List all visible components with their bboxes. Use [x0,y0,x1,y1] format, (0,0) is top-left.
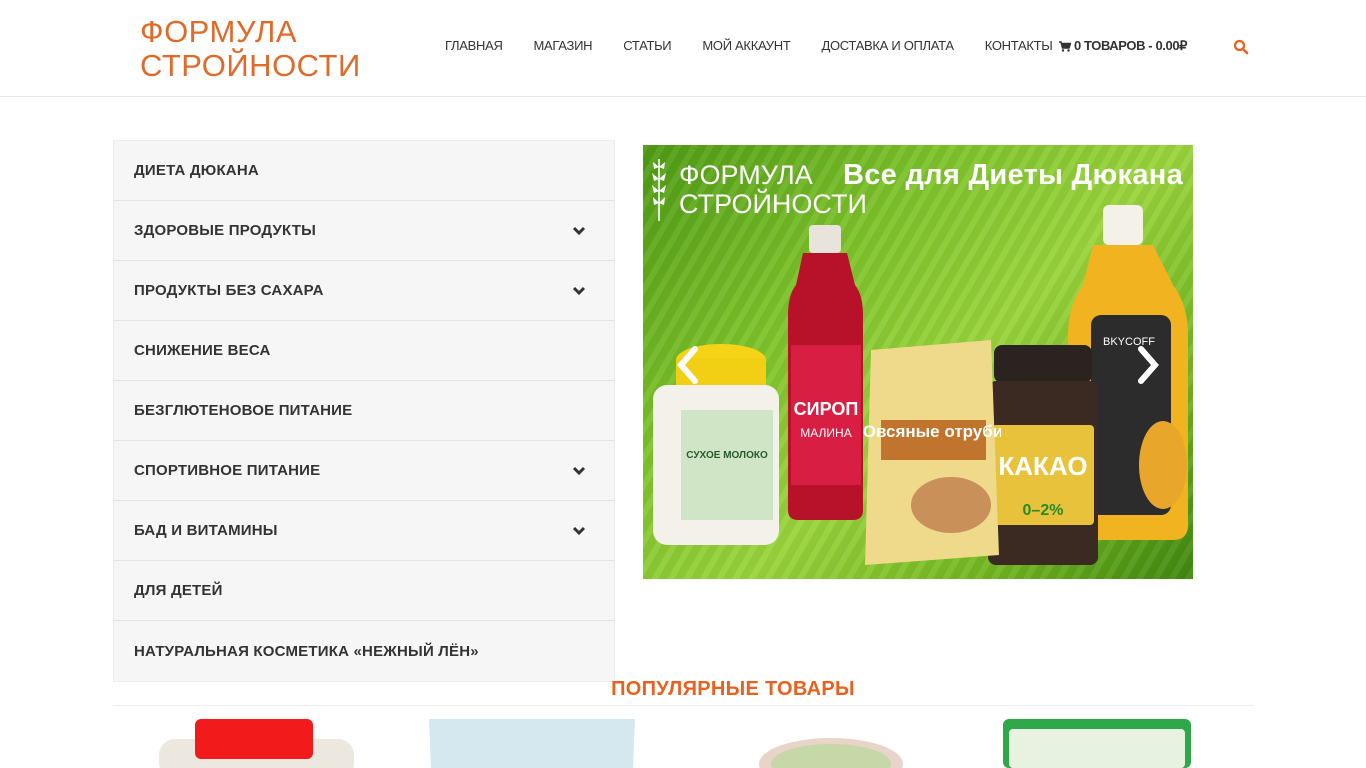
divider [113,705,1254,706]
nav-articles[interactable]: СТАТЬИ [623,38,671,53]
product-image [759,738,903,768]
slide-logo-line-2: СТРОЙНОСТИ [679,189,867,219]
category-sports-nutrition[interactable]: СПОРТИВНОЕ ПИТАНИЕ [114,441,614,501]
site-logo[interactable]: ФОРМУЛА СТРОЙНОСТИ [126,10,360,88]
cart-link[interactable]: 0 ТОВАРОВ - 0.00₽ [1059,38,1187,54]
logo-line-2: СТРОЙНОСТИ [140,48,361,83]
category-supplements-vitamins[interactable]: БАД И ВИТАМИНЫ [114,501,614,561]
category-label: СПОРТИВНОЕ ПИТАНИЕ [134,462,321,479]
main-nav: ГЛАВНАЯ МАГАЗИН СТАТЬИ МОЙ АККАУНТ ДОСТА… [445,38,1083,53]
chevron-down-icon[interactable] [572,524,586,538]
cart-icon [1059,40,1071,52]
nav-home[interactable]: ГЛАВНАЯ [445,38,503,53]
nav-delivery-payment[interactable]: ДОСТАВКА И ОПЛАТА [821,38,954,53]
product-image [1003,719,1191,768]
category-weight-loss[interactable]: СНИЖЕНИЕ ВЕСА [114,321,614,381]
dry-milk-label: СУХОЕ МОЛОКО [686,450,768,461]
category-label: БЕЗГЛЮТЕНОВОЕ ПИТАНИЕ [134,402,353,419]
category-label: ДИЕТА ДЮКАНА [134,162,259,179]
slide-logo-line-1: ФОРМУЛА [679,160,813,190]
slide-logo: ФОРМУЛА СТРОЙНОСТИ [651,157,867,223]
dry-milk-jar: СУХОЕ МОЛОКО [653,344,779,545]
oat-bran-label: Овсяные отруби [863,422,1001,441]
category-label: НАТУРАЛЬНАЯ КОСМЕТИКА «НЕЖНЫЙ ЛЁН» [134,642,479,660]
site-header: ФОРМУЛА СТРОЙНОСТИ ГЛАВНАЯ МАГАЗИН СТАТЬ… [0,0,1366,97]
chevron-down-icon[interactable] [572,284,586,298]
nav-shop[interactable]: МАГАЗИН [534,38,593,53]
cart-summary: 0 ТОВАРОВ - 0.00₽ [1074,38,1188,53]
cocoa-jar: КАКАО 0–2% [988,345,1098,565]
syrup-flavor-label: МАЛИНА [800,426,851,440]
raspberry-syrup-bottle: СИРОП МАЛИНА [788,225,863,520]
product-image [159,719,354,768]
search-icon[interactable] [1233,39,1249,55]
product-thumbnail[interactable] [155,719,355,768]
chevron-down-icon[interactable] [572,464,586,478]
popular-products-heading: ПОПУЛЯРНЫЕ ТОВАРЫ [611,678,855,700]
product-thumbnail[interactable] [735,719,935,768]
category-sugar-free[interactable]: ПРОДУКТЫ БЕЗ САХАРА [114,261,614,321]
nav-my-account[interactable]: МОЙ АККАУНТ [702,38,790,53]
chevron-right-icon[interactable] [1133,345,1163,385]
category-label: СНИЖЕНИЕ ВЕСА [134,342,271,359]
wheat-logo-icon [652,159,666,221]
cocoa-fat-label: 0–2% [1023,502,1064,519]
category-label: ЗДОРОВЫЕ ПРОДУКТЫ [134,222,316,239]
logo-line-1: ФОРМУЛА [140,14,298,49]
chevron-left-icon[interactable] [673,345,703,385]
slide-title: Все для Диеты Дюкана [843,159,1184,191]
nav-contacts[interactable]: КОНТАКТЫ [985,38,1053,53]
category-menu: ДИЕТА ДЮКАНА ЗДОРОВЫЕ ПРОДУКТЫ ПРОДУКТЫ … [113,140,615,682]
category-label: ДЛЯ ДЕТЕЙ [134,582,223,599]
category-natural-cosmetics[interactable]: НАТУРАЛЬНАЯ КОСМЕТИКА «НЕЖНЫЙ ЛЁН» [114,621,614,681]
category-dukan-diet[interactable]: ДИЕТА ДЮКАНА [114,141,614,201]
logo-wordmark: ФОРМУЛА СТРОЙНОСТИ [140,15,361,83]
category-healthy-products[interactable]: ЗДОРОВЫЕ ПРОДУКТЫ [114,201,614,261]
oat-bran-pack: Овсяные отруби [863,340,1001,565]
chevron-down-icon[interactable] [572,224,586,238]
syrup-label: СИРОП [794,399,859,419]
category-for-kids[interactable]: ДЛЯ ДЕТЕЙ [114,561,614,621]
product-thumbnail[interactable] [427,719,637,768]
category-label: ПРОДУКТЫ БЕЗ САХАРА [134,282,324,299]
category-label: БАД И ВИТАМИНЫ [134,522,278,539]
category-gluten-free[interactable]: БЕЗГЛЮТЕНОВОЕ ПИТАНИЕ [114,381,614,441]
product-thumbnail[interactable] [1003,719,1203,768]
cocoa-label: КАКАО [998,451,1087,481]
hero-slider[interactable]: ФОРМУЛА СТРОЙНОСТИ Все для Диеты Дюкана … [643,145,1193,579]
product-image [429,719,635,768]
